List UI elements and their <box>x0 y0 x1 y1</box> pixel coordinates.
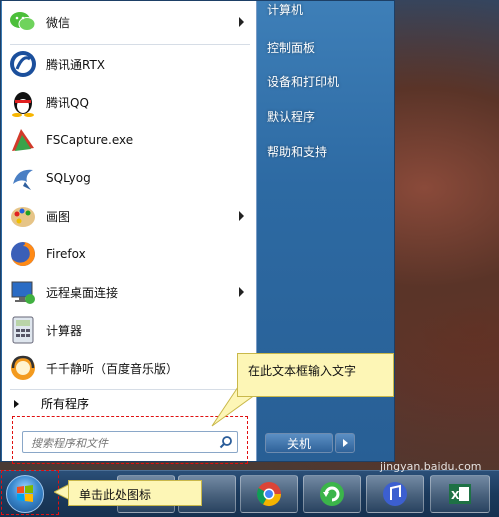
expand-arrow-icon <box>14 399 19 408</box>
svg-text:X: X <box>451 489 460 502</box>
submenu-arrow-icon[interactable] <box>239 17 244 27</box>
chrome-icon <box>256 482 281 507</box>
shutdown-options-button[interactable] <box>335 433 355 453</box>
fscapture-icon <box>8 125 38 155</box>
calculator-icon <box>8 315 38 345</box>
dolphin-icon <box>8 163 38 193</box>
program-item-rtx[interactable]: 腾讯通RTX <box>8 47 252 81</box>
rtx-icon <box>8 49 38 79</box>
all-programs-label: 所有程序 <box>41 397 90 411</box>
program-item-wechat[interactable]: 微信 <box>8 5 252 39</box>
ttplayer-icon <box>8 353 38 383</box>
music-player-icon <box>383 482 407 506</box>
program-label: 腾讯QQ <box>46 95 89 110</box>
green-refresh-icon <box>320 482 344 506</box>
right-item-help-support[interactable]: 帮助和支持 <box>267 143 327 160</box>
watermark: jingyan.baidu.com <box>380 460 482 473</box>
qq-penguin-icon <box>8 87 38 117</box>
submenu-arrow-icon[interactable] <box>239 211 244 221</box>
program-label: 画图 <box>46 209 71 224</box>
wechat-icon <box>8 7 38 37</box>
program-label: 微信 <box>46 15 71 30</box>
program-label: 千千静听（百度音乐版） <box>46 361 179 376</box>
program-item-ttplayer[interactable]: 千千静听（百度音乐版） <box>8 351 252 385</box>
program-item-calculator[interactable]: 计算器 <box>8 313 252 347</box>
right-item-devices-printers[interactable]: 设备和打印机 <box>267 73 339 90</box>
taskbar-excel-button[interactable]: X <box>430 475 490 513</box>
right-item-default-programs[interactable]: 默认程序 <box>267 108 315 125</box>
firefox-icon <box>8 239 38 269</box>
program-label: FSCapture.exe <box>46 133 134 147</box>
shutdown-label: 关机 <box>286 436 311 451</box>
right-item-computer[interactable]: 计算机 <box>267 1 303 18</box>
program-item-firefox[interactable]: Firefox <box>8 237 252 271</box>
all-programs-button[interactable]: 所有程序 <box>14 395 89 412</box>
right-item-control-panel[interactable]: 控制面板 <box>267 39 315 56</box>
taskbar-music-button[interactable] <box>366 475 424 513</box>
excel-icon: X <box>449 484 471 504</box>
callout-start-text: 单击此处图标 <box>79 488 152 502</box>
taskbar-chrome-button[interactable] <box>240 475 298 513</box>
program-label: 计算器 <box>46 323 83 338</box>
submenu-arrow-icon[interactable] <box>239 287 244 297</box>
program-item-qq[interactable]: 腾讯QQ <box>8 85 252 119</box>
start-highlight-box <box>1 470 59 515</box>
program-item-fscapture[interactable]: FSCapture.exe <box>8 123 252 157</box>
program-item-remote-desktop[interactable]: 远程桌面连接 <box>8 275 252 309</box>
program-label: SQLyog <box>46 171 91 185</box>
program-item-sqlyog[interactable]: SQLyog <box>8 161 252 195</box>
separator <box>10 44 250 45</box>
shutdown-button[interactable]: 关机 <box>265 433 333 453</box>
program-label: 腾讯通RTX <box>46 57 106 72</box>
program-label: 远程桌面连接 <box>46 285 119 300</box>
callout-search-hint: 在此文本框输入文字 <box>237 353 394 397</box>
program-label: Firefox <box>46 247 86 261</box>
callout-start-hint: 单击此处图标 <box>68 480 202 506</box>
callout-search-text: 在此文本框输入文字 <box>248 364 357 378</box>
chevron-right-icon <box>342 439 348 447</box>
program-item-paint[interactable]: 画图 <box>8 199 252 233</box>
taskbar-refresh-app-button[interactable] <box>303 475 361 513</box>
paint-palette-icon <box>8 201 38 231</box>
remote-desktop-icon <box>8 277 38 307</box>
